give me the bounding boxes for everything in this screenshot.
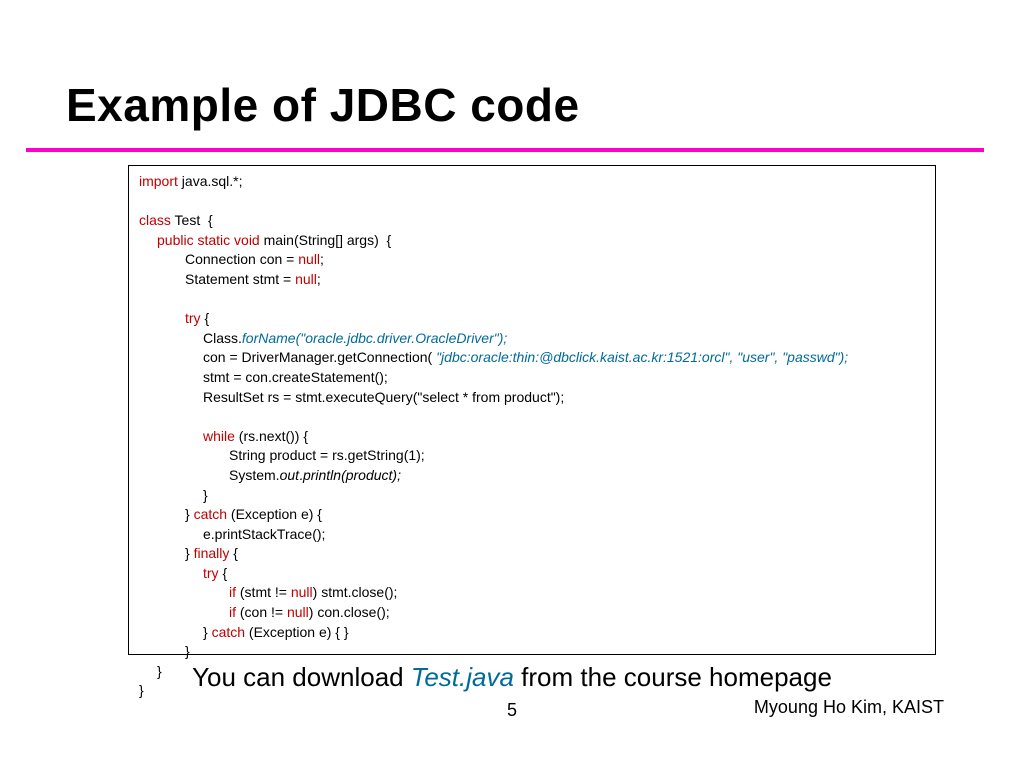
code-text: java.sql.*; [178, 173, 243, 189]
kw-null: null [287, 604, 309, 620]
kw-if: if [229, 604, 236, 620]
code-text: { [219, 565, 228, 581]
caption: You can download Test.java from the cour… [0, 662, 1024, 693]
code-text: Connection con = [185, 251, 298, 267]
code-text: ; [320, 251, 324, 267]
code-text: } [185, 545, 194, 561]
author: Myoung Ho Kim, KAIST [754, 697, 944, 718]
method-println: println(product); [303, 467, 401, 483]
code-text: Class. [203, 330, 242, 346]
slide-title: Example of JDBC code [66, 78, 580, 132]
kw-while: while [203, 428, 235, 444]
code-text: System. [229, 467, 280, 483]
kw-try: try [185, 310, 201, 326]
code-block: import java.sql.*; class Test { public s… [128, 165, 936, 655]
code-text: e.printStackTrace(); [203, 526, 325, 542]
kw-null: null [298, 251, 320, 267]
code-text: } [185, 643, 190, 659]
code-text: (Exception e) { } [245, 624, 349, 640]
code-text: Test { [171, 212, 213, 228]
code-text: (Exception e) { [227, 506, 322, 522]
code-text: String product = rs.getString(1); [229, 447, 425, 463]
code-text: Statement stmt = [185, 271, 295, 287]
kw-class: class [139, 212, 171, 228]
str-literal: "jdbc:oracle:thin:@dbclick.kaist.ac.kr:1… [436, 349, 848, 365]
caption-post: from the course homepage [514, 662, 832, 692]
code-text: con = DriverManager.getConnection( [203, 349, 436, 365]
code-text: ; [317, 271, 321, 287]
kw-null: null [295, 271, 317, 287]
code-text: main(String[] args) { [260, 232, 392, 248]
kw-finally: finally [194, 545, 230, 561]
code-text: ResultSet rs = stmt.executeQuery("select… [203, 389, 564, 405]
field-out: out [280, 467, 299, 483]
code-text: ) stmt.close(); [313, 584, 398, 600]
kw-catch: catch [212, 624, 245, 640]
caption-pre: You can download [192, 662, 411, 692]
code-text: (con != [236, 604, 287, 620]
code-text: { [229, 545, 238, 561]
code-text: stmt = con.createStatement(); [203, 369, 388, 385]
str-literal: forName("oracle.jdbc.driver.OracleDriver… [242, 330, 507, 346]
kw-public-static-void: public static void [157, 232, 260, 248]
code-text: { [201, 310, 210, 326]
kw-try: try [203, 565, 219, 581]
code-text: } [203, 624, 212, 640]
code-text: (rs.next()) { [235, 428, 308, 444]
caption-filename: Test.java [411, 662, 514, 692]
code-text: ) con.close(); [309, 604, 390, 620]
code-text: } [185, 506, 194, 522]
code-text: (stmt != [236, 584, 291, 600]
kw-import: import [139, 173, 178, 189]
kw-if: if [229, 584, 236, 600]
kw-null: null [291, 584, 313, 600]
slide: Example of JDBC code import java.sql.*; … [0, 0, 1024, 768]
code-text: } [203, 487, 208, 503]
kw-catch: catch [194, 506, 227, 522]
divider [26, 148, 984, 152]
